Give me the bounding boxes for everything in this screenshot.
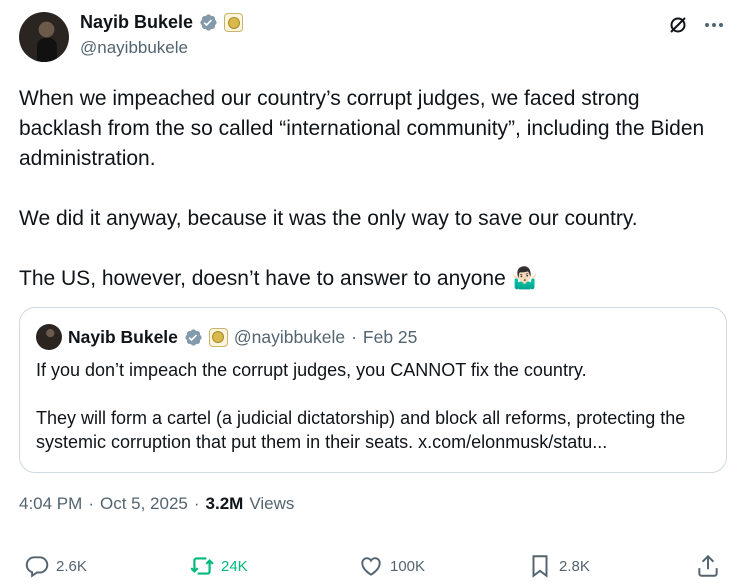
separator: ·	[88, 494, 94, 513]
author-name[interactable]: Nayib Bukele	[80, 12, 193, 33]
like-button[interactable]: 100K	[358, 553, 425, 579]
repost-button[interactable]: 24K	[189, 553, 248, 579]
separator: ·	[351, 326, 357, 347]
like-count: 100K	[390, 557, 426, 575]
government-badge-icon	[224, 13, 244, 32]
bookmark-count: 2.8K	[559, 557, 590, 575]
bookmark-button[interactable]: 2.8K	[527, 553, 590, 579]
quoted-author-handle: @nayibbukele	[233, 326, 346, 347]
share-icon	[698, 554, 718, 577]
separator: ·	[193, 494, 200, 513]
quoted-author-name: Nayib Bukele	[68, 326, 178, 347]
views-count: 3.2M	[205, 494, 244, 513]
post-text: When we impeached our country’s corrupt …	[19, 84, 719, 294]
post-time[interactable]: 4:04 PM	[19, 494, 82, 514]
author-handle[interactable]: @nayibbukele	[80, 38, 188, 58]
post: Nayib Bukele @nayibbukele When we impeac…	[0, 0, 747, 587]
share-button[interactable]	[695, 553, 721, 579]
action-bar: 2.6K 24K 100K 2.8K	[0, 553, 747, 583]
verified-icon	[200, 14, 217, 31]
quoted-author-avatar	[36, 324, 62, 350]
like-icon	[361, 557, 381, 576]
quoted-paragraph: They will form a cartel (a judicial dict…	[36, 408, 686, 452]
quoted-post-date: Feb 25	[362, 326, 418, 347]
reply-count: 2.6K	[56, 557, 87, 575]
grok-icon[interactable]	[667, 14, 689, 36]
author-name-row: Nayib Bukele	[80, 12, 244, 33]
reply-icon	[25, 556, 49, 578]
post-meta: 4:04 PM · Oct 5, 2025 · 3.2M Views	[19, 494, 294, 514]
quoted-post[interactable]: Nayib Bukele @nayibbukele · Feb 25 If yo…	[19, 307, 727, 473]
reply-button[interactable]: 2.6K	[24, 553, 87, 579]
post-paragraph: When we impeached our country’s corrupt …	[19, 87, 705, 170]
repost-icon	[190, 557, 214, 575]
post-date[interactable]: Oct 5, 2025	[100, 494, 188, 514]
post-paragraph: We did it anyway, because it was the onl…	[19, 207, 638, 230]
repost-count: 24K	[221, 557, 248, 575]
views-label: Views	[249, 494, 295, 513]
more-icon[interactable]	[703, 14, 725, 36]
top-actions	[667, 14, 725, 36]
author-avatar[interactable]	[19, 12, 69, 62]
government-badge-icon	[208, 327, 228, 347]
quoted-post-text: If you don’t impeach the corrupt judges,…	[36, 358, 716, 454]
post-paragraph: The US, however, doesn’t have to answer …	[19, 267, 538, 290]
quoted-post-header: Nayib Bukele @nayibbukele · Feb 25	[36, 324, 417, 350]
bookmark-icon	[532, 555, 548, 578]
quoted-paragraph: If you don’t impeach the corrupt judges,…	[36, 360, 587, 380]
verified-icon	[185, 328, 202, 346]
